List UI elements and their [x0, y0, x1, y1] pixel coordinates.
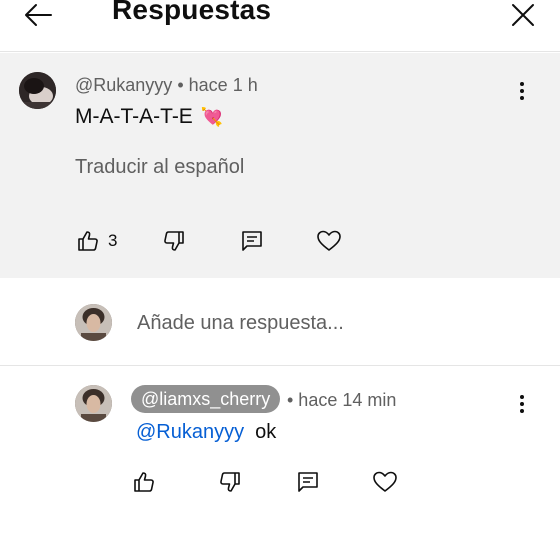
like-button[interactable]	[132, 470, 156, 494]
avatar	[75, 304, 112, 341]
comment-meta: @Rukanyyy • hace 1 h	[75, 75, 258, 96]
avatar[interactable]	[75, 385, 112, 422]
reply-comment: @liamxs_cherry • hace 14 min @Rukanyyy o…	[0, 367, 560, 560]
kebab-dot	[520, 96, 524, 100]
comment-body: M-A-T-A-T-E 💘	[75, 105, 223, 129]
kebab-dot	[520, 89, 524, 93]
heart-icon	[373, 471, 397, 492]
close-button[interactable]	[506, 0, 540, 30]
meta-separator: •	[177, 75, 184, 95]
comment-icon	[242, 231, 262, 251]
header-bar: Respuestas	[0, 0, 560, 52]
comment-time: hace 1 h	[188, 75, 258, 95]
close-icon	[512, 4, 534, 26]
comment-author[interactable]: @Rukanyyy	[75, 75, 172, 95]
arrow-left-icon	[25, 4, 52, 26]
thumbs-up-icon	[78, 231, 98, 251]
reply-composer	[0, 279, 560, 366]
like-count: 3	[108, 231, 118, 250]
reply-input[interactable]	[137, 309, 517, 337]
comment-time: • hace 14 min	[287, 390, 397, 410]
page-title: Respuestas	[112, 0, 272, 25]
reply-button[interactable]	[296, 470, 320, 494]
heart-icon	[317, 230, 341, 251]
avatar-image	[75, 385, 112, 422]
heart-button[interactable]	[316, 229, 342, 253]
kebab-dot	[520, 409, 524, 413]
reply-text: ok	[255, 421, 277, 443]
heart-emoji: 💘	[200, 106, 224, 127]
back-button[interactable]	[18, 0, 58, 30]
heart-button[interactable]	[372, 470, 398, 494]
dislike-button[interactable]	[162, 229, 186, 253]
mention-link[interactable]: @Rukanyyy	[136, 421, 244, 444]
translate-link[interactable]: Traducir al español	[75, 156, 244, 179]
kebab-dot	[520, 82, 524, 86]
more-options-button[interactable]	[510, 390, 534, 418]
avatar[interactable]	[19, 72, 56, 109]
like-button[interactable]: 3	[76, 229, 117, 253]
avatar-image	[75, 304, 112, 341]
kebab-dot	[520, 395, 524, 399]
more-options-button[interactable]	[510, 77, 534, 105]
thumbs-down-icon	[220, 472, 240, 492]
comment-icon	[298, 472, 318, 492]
thumbs-up-icon	[134, 472, 154, 492]
author-handle-chip[interactable]: @liamxs_cherry	[131, 385, 281, 413]
avatar-image	[19, 72, 56, 109]
dislike-button[interactable]	[218, 470, 242, 494]
reply-button[interactable]	[240, 229, 264, 253]
reply-body: @Rukanyyy ok	[136, 421, 276, 444]
kebab-dot	[520, 402, 524, 406]
comment-text: M-A-T-A-T-E	[75, 105, 193, 128]
parent-comment: @Rukanyyy • hace 1 h M-A-T-A-T-E 💘 Tradu…	[0, 53, 560, 278]
thumbs-down-icon	[164, 231, 184, 251]
